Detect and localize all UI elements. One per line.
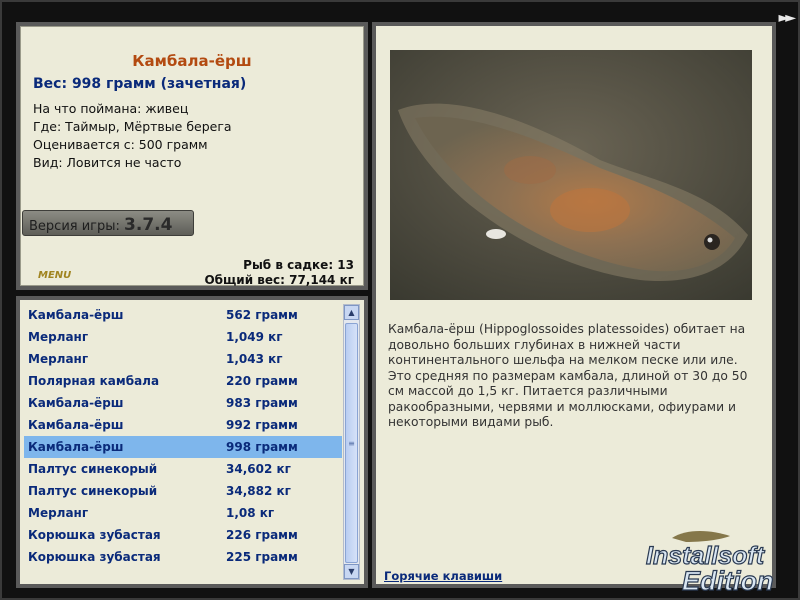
list-item-weight: 220 грамм — [226, 374, 298, 388]
fish-detail-panel: Камбала-ёрш (Hippoglossoides platessoide… — [372, 22, 776, 588]
catch-list: Камбала-ёрш 562 грамм Мерланг 1,049 кг Мерла… — [24, 304, 342, 568]
list-item-name: Камбала-ёрш — [28, 418, 124, 432]
list-item-weight: 226 грамм — [226, 528, 298, 542]
list-item-weight: 1,08 кг — [226, 506, 275, 520]
fish-name: Камбала-ёрш — [132, 52, 252, 70]
list-item-name: Мерланг — [28, 352, 89, 366]
scroll-up-icon[interactable]: ▲ — [344, 305, 359, 320]
list-item[interactable]: Камбала-ёрш 983 грамм — [24, 392, 342, 414]
list-item-weight: 225 грамм — [226, 550, 298, 564]
installsoft-watermark: Installsoft Edition — [642, 526, 798, 597]
list-item-name: Мерланг — [28, 506, 89, 520]
list-item[interactable]: Мерланг 1,049 кг — [24, 326, 342, 348]
fish-photo — [390, 50, 752, 300]
scroll-thumb[interactable]: ≡ — [345, 323, 358, 563]
fish-count: Рыб в садке: 13 — [243, 258, 354, 272]
list-item-name: Камбала-ёрш — [28, 396, 124, 410]
fish-kind: Вид: Ловится не часто — [33, 155, 182, 170]
list-item-name: Палтус синекорый — [28, 462, 158, 476]
list-item-weight: 1,049 кг — [226, 330, 283, 344]
list-item[interactable]: Мерланг 1,043 кг — [24, 348, 342, 370]
list-item-weight: 34,882 кг — [226, 484, 291, 498]
caught-on: На что поймана: живец — [33, 101, 189, 116]
hotkeys-link[interactable]: Горячие клавиши — [384, 569, 502, 583]
flatfish-image — [390, 50, 752, 300]
version-badge: Версия игры: 3.7.4 — [22, 210, 194, 236]
location: Где: Таймыр, Мёртвые берега — [33, 119, 232, 134]
list-item-name: Корюшка зубастая — [28, 528, 161, 542]
list-item-weight: 562 грамм — [226, 308, 298, 322]
list-item[interactable]: Мерланг 1,08 кг — [24, 502, 342, 524]
double-arrow-right-icon[interactable]: ►► — [778, 10, 795, 26]
list-item-name: Палтус синекорый — [28, 484, 158, 498]
list-item-weight: 34,602 кг — [226, 462, 291, 476]
catch-list-panel: Камбала-ёрш 562 грамм Мерланг 1,049 кг Мерла… — [16, 296, 368, 588]
list-item-weight: 1,043 кг — [226, 352, 283, 366]
version-label: Версия игры: — [29, 219, 125, 234]
version-number: 3.7.4 — [124, 215, 173, 235]
list-item-name: Мерланг — [28, 330, 89, 344]
list-item-weight: 998 грамм — [226, 440, 298, 454]
watermark-line2: Edition — [682, 566, 773, 596]
menu-logo[interactable]: MENU — [38, 270, 71, 281]
list-item-name: Камбала-ёрш — [28, 308, 124, 322]
total-weight: Общий вес: 77,144 кг — [204, 273, 354, 287]
valued-from: Оценивается с: 500 грамм — [33, 137, 208, 152]
fish-details: На что поймана: живец Где: Таймыр, Мёртв… — [33, 100, 232, 172]
list-item-name: Полярная камбала — [28, 374, 160, 388]
fish-info-panel: Камбала-ёрш Вес: 998 грамм (зачетная) На… — [16, 22, 368, 290]
list-item[interactable]: Корюшка зубастая 226 грамм — [24, 524, 342, 546]
list-item[interactable]: Палтус синекорый 34,602 кг — [24, 458, 342, 480]
catch-stats: Рыб в садке: 13 Общий вес: 77,144 кг — [204, 258, 354, 288]
scroll-down-icon[interactable]: ▼ — [344, 564, 359, 579]
list-item[interactable]: Корюшка зубастая 225 грамм — [24, 546, 342, 568]
list-item[interactable]: Камбала-ёрш 562 грамм — [24, 304, 342, 326]
list-item-name: Корюшка зубастая — [28, 550, 161, 564]
list-item[interactable]: Полярная камбала 220 грамм — [24, 370, 342, 392]
game-window: ►► Камбала-ёрш Вес: 998 грамм (зачетная)… — [0, 0, 800, 600]
list-item-name: Камбала-ёрш — [28, 440, 124, 454]
fish-description: Камбала-ёрш (Hippoglossoides platessoide… — [388, 322, 748, 429]
list-item[interactable]: Палтус синекорый 34,882 кг — [24, 480, 342, 502]
list-item[interactable]: Камбала-ёрш 992 грамм — [24, 414, 342, 436]
list-item-weight: 983 грамм — [226, 396, 298, 410]
list-scrollbar[interactable]: ▲ ≡ ▼ — [343, 304, 360, 580]
list-item[interactable]: Камбала-ёрш 998 грамм — [24, 436, 342, 458]
fish-weight: Вес: 998 грамм (зачетная) — [33, 76, 247, 92]
list-item-weight: 992 грамм — [226, 418, 298, 432]
